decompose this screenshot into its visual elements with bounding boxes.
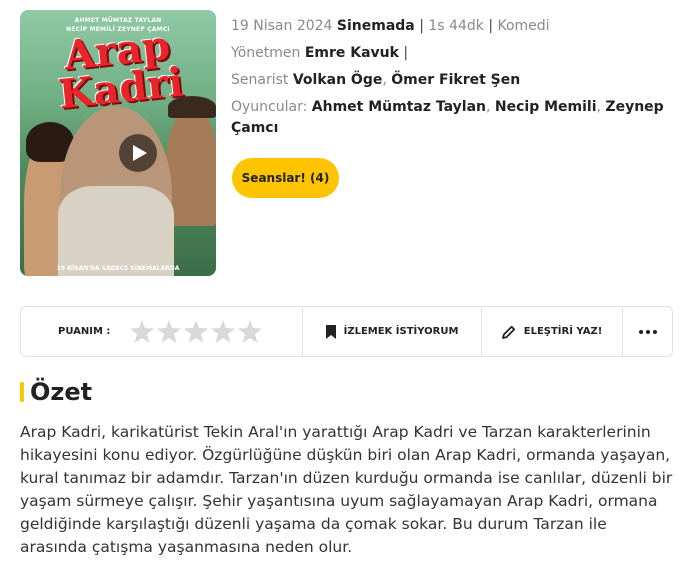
rating-stars[interactable] [130, 320, 263, 343]
star-icon[interactable] [157, 320, 182, 343]
summary-title: Özet [30, 378, 93, 406]
rating-cell: PUANIM : [21, 307, 303, 356]
star-icon[interactable] [184, 320, 209, 343]
watchlist-label: İZLEMEK İSTİYORUM [343, 326, 459, 337]
star-icon[interactable] [238, 320, 263, 343]
meta-row-cast: Oyuncular: Ahmet Mümtaz Taylan, Necip Me… [231, 97, 671, 139]
more-options-button[interactable] [623, 307, 672, 356]
comma: , [382, 72, 387, 88]
bookmark-icon [325, 324, 336, 339]
poster-tagline: 19 NİSAN'DA SADECE SİNEMALARDA [56, 265, 180, 272]
summary-heading: Özet [20, 378, 92, 406]
director-link[interactable]: Emre Kavuk [305, 45, 399, 61]
pencil-icon [501, 325, 515, 339]
summary-text: Arap Kadri, karikatürist Tekin Aral'ın y… [20, 423, 673, 556]
comma: , [485, 99, 491, 115]
release-date: 19 Nisan 2024 [231, 18, 333, 34]
review-label: ELEŞTİRİ YAZ! [523, 326, 603, 337]
star-icon[interactable] [211, 320, 236, 343]
movie-meta: 19 Nisan 2024 Sinemada | 1s 44dk | Komed… [231, 16, 671, 145]
more-dots-icon [638, 329, 657, 334]
meta-row-release: 19 Nisan 2024 Sinemada | 1s 44dk | Komed… [231, 16, 671, 37]
rating-label: PUANIM : [58, 326, 111, 337]
cast-link[interactable]: Necip Memili [495, 99, 597, 115]
cast-label: Oyuncular: [231, 99, 308, 115]
separator: | [419, 18, 424, 34]
star-icon[interactable] [130, 320, 155, 343]
watchlist-button[interactable]: İZLEMEK İSTİYORUM [303, 307, 482, 356]
duration: 1s 44dk [428, 18, 484, 34]
cast-link[interactable]: Ahmet Mümtaz Taylan [312, 99, 486, 115]
poster-title-art: Arap Kadri [56, 21, 186, 119]
release-status: Sinemada [336, 18, 415, 34]
poster-figure-center-shirt [58, 186, 174, 276]
meta-row-director: Yönetmen Emre Kavuk | [231, 43, 671, 64]
writer-link[interactable]: Ömer Fikret Şen [391, 72, 520, 88]
play-trailer-button[interactable] [119, 134, 157, 172]
showtimes-button[interactable]: Seanslar! (4) [232, 158, 339, 198]
poster-figure-right [166, 106, 216, 226]
genre: Komedi [497, 18, 550, 34]
meta-row-writers: Senarist Volkan Öge, Ömer Fikret Şen [231, 70, 671, 91]
director-label: Yönetmen [231, 45, 301, 61]
heading-accent-bar [20, 382, 24, 402]
action-bar: PUANIM : İZLEMEK İSTİYORUM ELEŞTİRİ YAZ! [20, 306, 673, 357]
movie-poster[interactable]: AHMET MÜMTAZ TAYLAN NECİP MEMİLİ ZEYNEP … [20, 10, 216, 276]
play-icon [132, 145, 147, 161]
separator: | [488, 18, 494, 34]
comma: , [596, 99, 601, 115]
writer-link[interactable]: Volkan Öge [293, 72, 383, 88]
write-review-button[interactable]: ELEŞTİRİ YAZ! [482, 307, 623, 356]
separator: | [403, 45, 409, 61]
writer-label: Senarist [231, 72, 289, 88]
